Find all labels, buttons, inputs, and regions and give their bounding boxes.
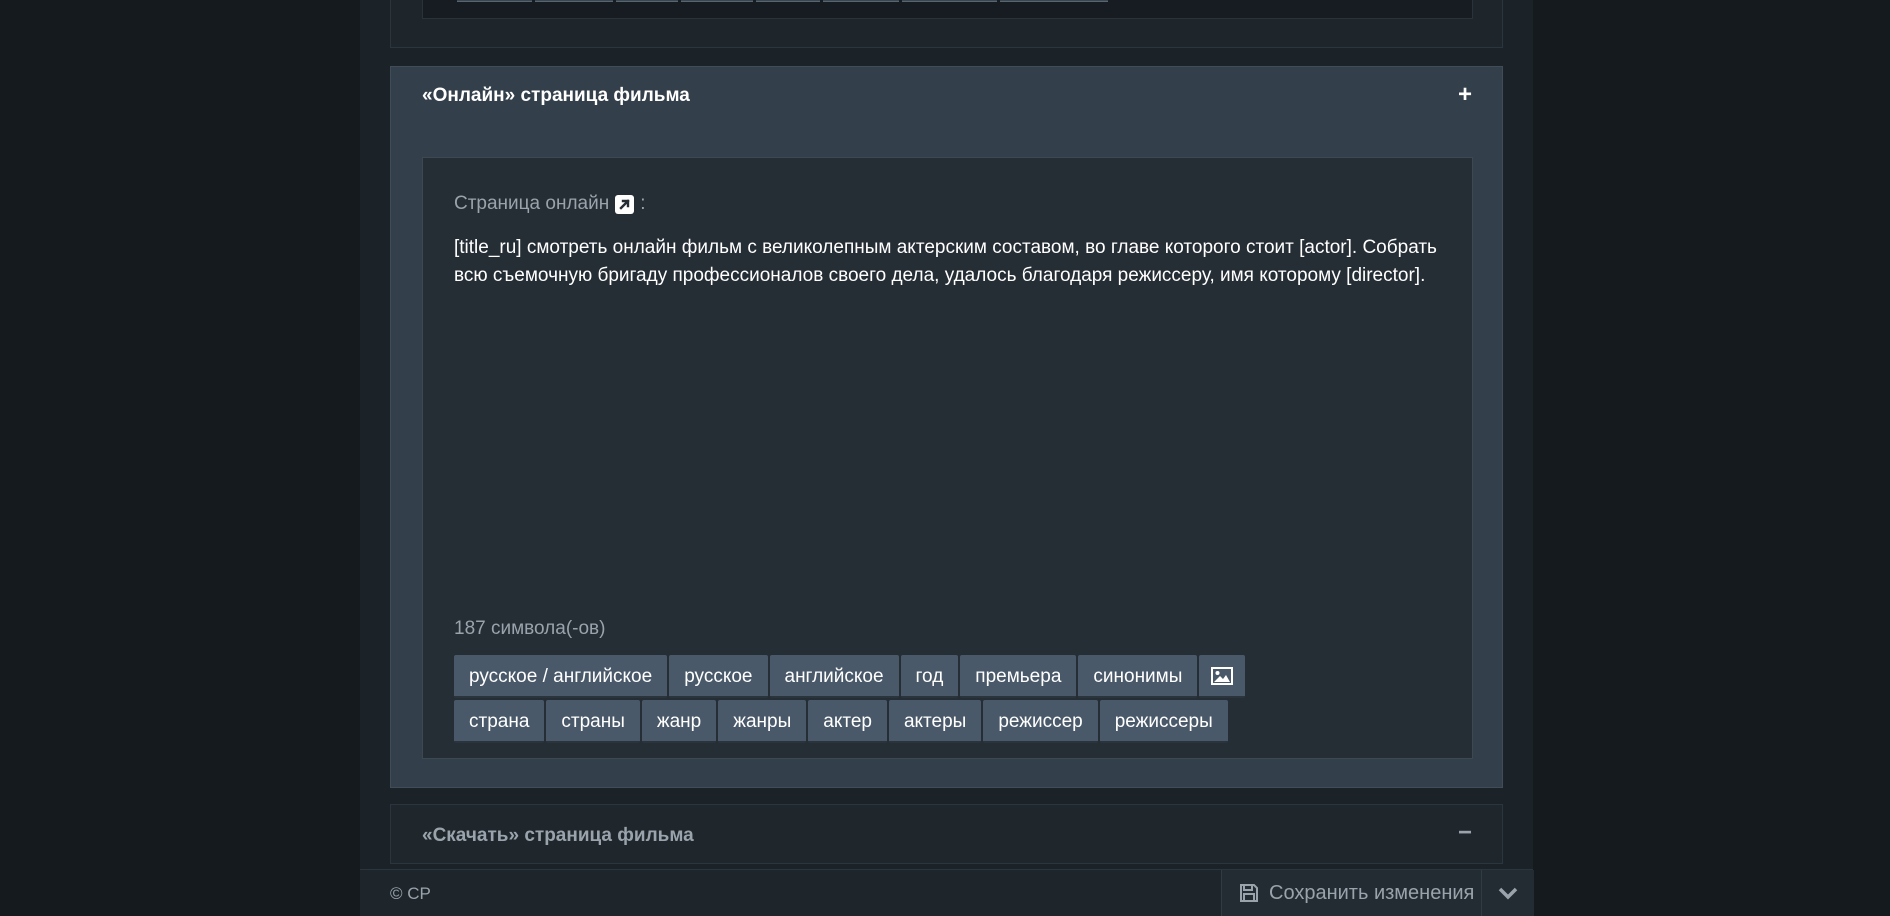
previous-tag[interactable] — [457, 0, 532, 2]
online-page-field: Страница онлайн : [title_ru] смотреть он… — [422, 157, 1473, 759]
tag-directors[interactable]: режиссеры — [1099, 700, 1228, 743]
character-count: 187 символа(-ов) — [454, 618, 606, 639]
external-link-icon[interactable] — [615, 194, 635, 214]
online-page-field-label: Страница онлайн : — [454, 193, 646, 215]
tag-countries[interactable]: страны — [546, 700, 640, 743]
tag-title-ru[interactable]: русское — [669, 655, 768, 698]
online-page-textarea[interactable]: [title_ru] смотреть онлайн фильм с велик… — [454, 234, 1444, 614]
previous-tag[interactable] — [902, 0, 997, 2]
previous-tag[interactable] — [616, 0, 678, 2]
floppy-disk-icon — [1240, 884, 1258, 902]
previous-field-box — [422, 0, 1473, 19]
image-icon — [1211, 666, 1234, 685]
collapse-toggle-icon[interactable]: − — [1458, 819, 1472, 847]
tag-synonyms[interactable]: синонимы — [1078, 655, 1198, 698]
tag-premiere[interactable]: премьера — [960, 655, 1077, 698]
tag-row-1: русское / английское русское английское … — [454, 655, 1246, 698]
previous-tag[interactable] — [535, 0, 613, 2]
previous-tag[interactable] — [1000, 0, 1108, 2]
download-page-section[interactable]: «Скачать» страница фильма − — [390, 804, 1503, 864]
tag-title-en[interactable]: английское — [769, 655, 899, 698]
tag-row-2: страна страны жанр жанры актер актеры ре… — [454, 700, 1228, 743]
tag-year[interactable]: год — [900, 655, 959, 698]
save-changes-label: Сохранить изменения — [1269, 881, 1475, 904]
expand-toggle-icon[interactable]: + — [1458, 81, 1472, 109]
tag-genres[interactable]: жанры — [718, 700, 807, 743]
tag-director[interactable]: режиссер — [983, 700, 1098, 743]
download-section-title: «Скачать» страница фильма — [422, 825, 694, 846]
previous-tag[interactable] — [823, 0, 899, 2]
previous-tag-strip — [457, 0, 1108, 2]
tag-actor[interactable]: актер — [808, 700, 887, 743]
tag-country[interactable]: страна — [454, 700, 545, 743]
field-label-text: Страница онлайн — [454, 193, 610, 214]
previous-section-panel — [390, 0, 1503, 48]
page-container: «Онлайн» страница фильма + Страница онла… — [360, 0, 1533, 915]
tag-title-ru-en[interactable]: русское / английское — [454, 655, 668, 698]
online-section-title: «Онлайн» страница фильма — [422, 85, 690, 106]
field-label-colon: : — [640, 193, 646, 214]
online-section-header[interactable]: «Онлайн» страница фильма + — [391, 67, 1502, 127]
tag-image-button[interactable] — [1199, 655, 1246, 698]
save-changes-button[interactable]: Сохранить изменения — [1221, 870, 1485, 916]
chevron-down-icon — [1498, 887, 1518, 900]
previous-tag[interactable] — [756, 0, 820, 2]
previous-tag[interactable] — [681, 0, 753, 2]
copyright-text: © CP — [390, 884, 431, 903]
online-page-section: «Онлайн» страница фильма + Страница онла… — [390, 66, 1503, 788]
footer-dropdown-button[interactable] — [1481, 870, 1534, 916]
tag-actors[interactable]: актеры — [888, 700, 982, 743]
footer-bar: © CP Сохранить изменения — [360, 869, 1534, 916]
tag-genre[interactable]: жанр — [641, 700, 717, 743]
